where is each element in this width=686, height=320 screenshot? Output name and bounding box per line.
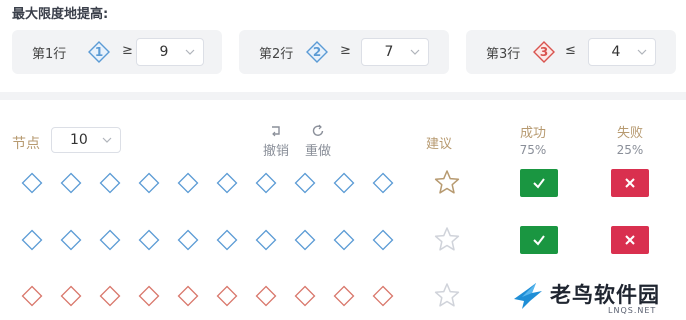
node-diamond-icon[interactable] bbox=[21, 229, 43, 251]
node-diamond-icon[interactable] bbox=[372, 229, 394, 251]
node-diamond-icon[interactable] bbox=[138, 172, 160, 194]
success-header: 成功 bbox=[519, 126, 546, 141]
criteria-row-2: 第2行 2 ≥ 7 bbox=[239, 30, 449, 74]
fail-percentage: 25% bbox=[616, 143, 644, 157]
row-2-target-select[interactable]: 7 bbox=[361, 38, 429, 66]
success-percentage: 75% bbox=[519, 143, 547, 157]
row-1-target-select[interactable]: 9 bbox=[136, 38, 204, 66]
node-diamond-icon[interactable] bbox=[333, 229, 355, 251]
diamond-badge-icon: 2 bbox=[306, 41, 328, 63]
watermark-subtext: LNQS.NET bbox=[608, 306, 657, 315]
node-diamond-icon[interactable] bbox=[21, 172, 43, 194]
node-diamond-icon[interactable] bbox=[138, 285, 160, 307]
select-value: 9 bbox=[159, 44, 169, 60]
redo-icon bbox=[312, 124, 324, 136]
node-diamond-icon[interactable] bbox=[216, 172, 238, 194]
node-diamond-icon[interactable] bbox=[333, 172, 355, 194]
nodes-select[interactable]: 10 bbox=[51, 127, 121, 153]
node-diamond-icon[interactable] bbox=[60, 229, 82, 251]
close-icon bbox=[625, 178, 635, 188]
suggest-star-icon[interactable] bbox=[434, 282, 460, 308]
criteria-label: 第3行 bbox=[486, 47, 521, 62]
redo-label: 重做 bbox=[304, 144, 331, 159]
undo-icon bbox=[272, 126, 280, 137]
chevron-down-icon bbox=[102, 137, 112, 143]
node-diamond-icon[interactable] bbox=[216, 229, 238, 251]
check-icon bbox=[533, 235, 545, 246]
node-diamond-icon[interactable] bbox=[372, 172, 394, 194]
node-diamond-icon[interactable] bbox=[294, 172, 316, 194]
criteria-label: 第1行 bbox=[32, 47, 67, 62]
operator: ≤ bbox=[565, 43, 576, 58]
redo-button[interactable]: 重做 bbox=[300, 124, 336, 159]
suggest-star-icon[interactable] bbox=[434, 169, 460, 195]
node-diamond-icon[interactable] bbox=[333, 285, 355, 307]
node-diamond-icon[interactable] bbox=[294, 229, 316, 251]
badge-number: 1 bbox=[94, 45, 104, 59]
bird-logo-icon bbox=[514, 283, 542, 309]
suggest-header: 建议 bbox=[425, 137, 452, 152]
fail-button[interactable] bbox=[611, 226, 649, 254]
watermark: 老鸟软件园 LNQS.NET bbox=[512, 273, 686, 320]
node-diamond-icon[interactable] bbox=[21, 285, 43, 307]
node-diamond-icon[interactable] bbox=[60, 172, 82, 194]
operator: ≥ bbox=[122, 43, 133, 58]
watermark-text: 老鸟软件园 bbox=[550, 282, 660, 307]
node-diamond-icon[interactable] bbox=[177, 172, 199, 194]
diamond-badge-icon: 3 bbox=[533, 41, 555, 63]
nodes-value: 10 bbox=[70, 132, 88, 148]
chevron-down-icon bbox=[185, 49, 195, 55]
check-icon bbox=[533, 178, 545, 189]
badge-number: 3 bbox=[539, 45, 549, 59]
node-diamond-icon[interactable] bbox=[216, 285, 238, 307]
fail-button[interactable] bbox=[611, 169, 649, 197]
close-icon bbox=[625, 235, 635, 245]
node-diamond-icon[interactable] bbox=[255, 172, 277, 194]
diamond-badge-icon: 1 bbox=[88, 41, 110, 63]
node-diamond-icon[interactable] bbox=[99, 229, 121, 251]
node-diamond-icon[interactable] bbox=[255, 285, 277, 307]
chevron-down-icon bbox=[410, 49, 420, 55]
node-diamond-icon[interactable] bbox=[255, 229, 277, 251]
chevron-down-icon bbox=[637, 49, 647, 55]
node-diamond-icon[interactable] bbox=[60, 285, 82, 307]
node-diamond-icon[interactable] bbox=[99, 285, 121, 307]
success-button[interactable] bbox=[520, 226, 558, 254]
node-diamond-icon[interactable] bbox=[372, 285, 394, 307]
undo-label: 撤销 bbox=[262, 144, 289, 159]
node-diamond-icon[interactable] bbox=[177, 285, 199, 307]
row-3-target-select[interactable]: 4 bbox=[588, 38, 656, 66]
section-divider bbox=[0, 92, 686, 100]
node-diamond-icon[interactable] bbox=[177, 229, 199, 251]
node-diamond-icon[interactable] bbox=[294, 285, 316, 307]
suggest-star-icon[interactable] bbox=[434, 226, 460, 252]
select-value: 4 bbox=[611, 44, 621, 60]
page-title: 最大限度地提高: bbox=[12, 7, 109, 22]
undo-button[interactable]: 撤销 bbox=[258, 124, 294, 159]
criteria-label: 第2行 bbox=[259, 47, 294, 62]
nodes-label: 节点 bbox=[12, 136, 40, 152]
criteria-row-3: 第3行 3 ≤ 4 bbox=[466, 30, 676, 74]
fail-header: 失败 bbox=[616, 126, 643, 141]
badge-number: 2 bbox=[312, 45, 322, 59]
node-diamond-icon[interactable] bbox=[138, 229, 160, 251]
criteria-row-1: 第1行 1 ≥ 9 bbox=[12, 30, 222, 74]
operator: ≥ bbox=[340, 43, 351, 58]
select-value: 7 bbox=[384, 44, 394, 60]
node-diamond-icon[interactable] bbox=[99, 172, 121, 194]
success-button[interactable] bbox=[520, 169, 558, 197]
